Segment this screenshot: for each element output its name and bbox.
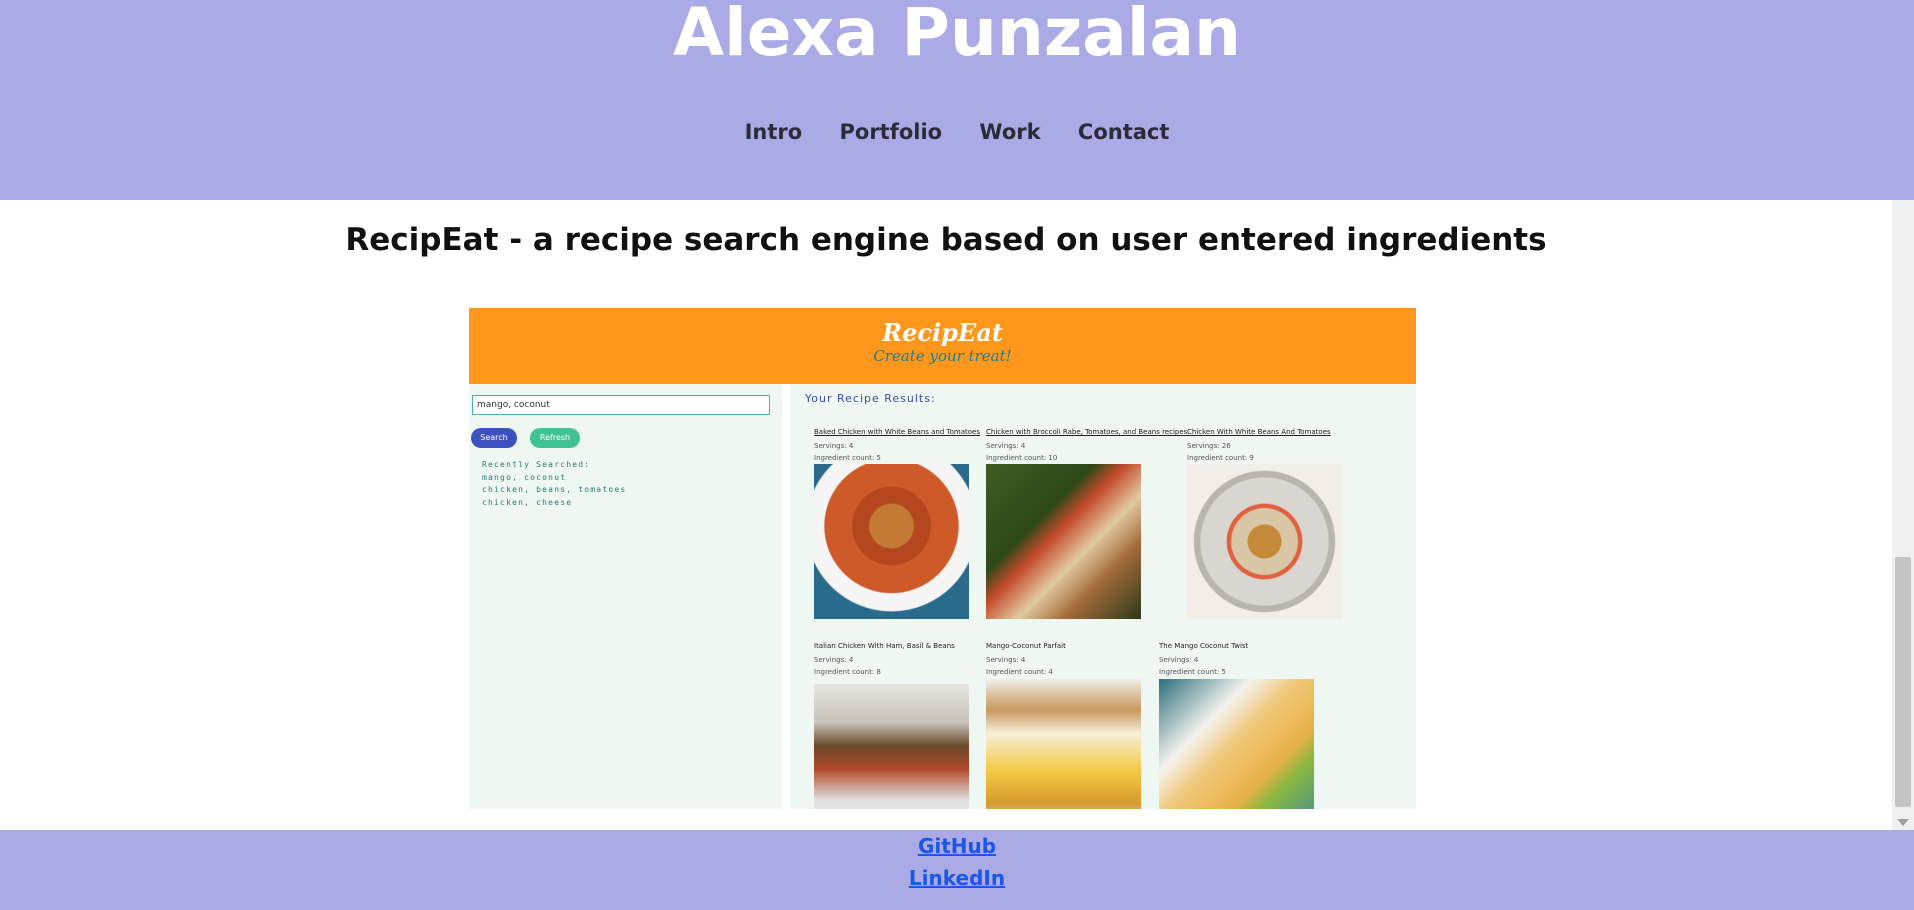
screenshot-header: RecipEat Create your treat! [469, 308, 1416, 384]
screenshot-results-panel: Your Recipe Results: Baked Chicken with … [790, 384, 1416, 809]
nav-intro[interactable]: Intro [745, 120, 803, 144]
site-footer: GitHub LinkedIn [0, 830, 1914, 910]
site-header: Alexa Punzalan Intro Portfolio Work Cont… [0, 0, 1914, 200]
github-link[interactable]: GitHub [0, 830, 1914, 862]
recipe-card: Italian Chicken With Ham, Basil & Beans … [814, 642, 974, 809]
recipe-card: Baked Chicken with White Beans and Tomat… [814, 428, 980, 619]
recent-item: mango, coconut [482, 472, 567, 482]
nav-contact[interactable]: Contact [1078, 120, 1170, 144]
screenshot-search-input: mango, coconut [472, 395, 770, 415]
recipe-image [986, 679, 1141, 809]
screenshot-recent-searches: Recently Searched: mango, coconut chicke… [482, 459, 626, 509]
scroll-down-arrow-icon[interactable] [1897, 819, 1909, 826]
recipe-servings: Servings: 26 [1187, 442, 1231, 450]
screenshot-search-button: Search [471, 428, 517, 448]
recipe-ingredient-count: Ingredient count: 5 [1159, 668, 1226, 676]
screenshot-results-heading: Your Recipe Results: [805, 392, 936, 405]
recipe-ingredient-count: Ingredient count: 9 [1187, 454, 1254, 462]
vertical-scrollbar[interactable] [1892, 200, 1914, 830]
recipe-image [814, 684, 969, 809]
project-screenshot: RecipEat Create your treat! mango, cocon… [469, 308, 1416, 809]
recent-item: chicken, cheese [482, 497, 573, 507]
recipe-card: Mango-Coconut Parfait Servings: 4 Ingred… [986, 642, 1146, 809]
recipe-image [814, 464, 969, 619]
recent-label: Recently Searched: [482, 460, 591, 469]
recipe-ingredient-count: Ingredient count: 10 [986, 454, 1058, 462]
recipe-servings: Servings: 4 [814, 656, 854, 664]
screenshot-tagline: Create your treat! [873, 347, 1012, 365]
nav-portfolio[interactable]: Portfolio [840, 120, 943, 144]
recipe-servings: Servings: 4 [986, 656, 1026, 664]
recipe-title: The Mango Coconut Twist [1159, 642, 1249, 650]
main-nav: Intro Portfolio Work Contact [0, 120, 1914, 144]
project-title: RecipEat - a recipe search engine based … [345, 222, 1547, 258]
recipe-ingredient-count: Ingredient count: 8 [814, 668, 881, 676]
recipe-servings: Servings: 4 [986, 442, 1026, 450]
site-title: Alexa Punzalan [673, 0, 1241, 71]
linkedin-link[interactable]: LinkedIn [0, 862, 1914, 894]
screenshot-divider [782, 384, 790, 809]
scrollbar-thumb[interactable] [1895, 557, 1911, 807]
screenshot-refresh-button: Refresh [530, 428, 580, 448]
recipe-title: Mango-Coconut Parfait [986, 642, 1066, 650]
screenshot-logo: RecipEat [882, 318, 1003, 347]
recipe-title: Chicken With White Beans And Tomatoes [1187, 428, 1331, 436]
recipe-servings: Servings: 4 [1159, 656, 1199, 664]
recipe-image [1187, 464, 1342, 619]
nav-work[interactable]: Work [979, 120, 1040, 144]
recipe-title: Baked Chicken with White Beans and Tomat… [814, 428, 980, 436]
recipe-title: Chicken with Broccoli Rabe, Tomatoes, an… [986, 428, 1188, 436]
recipe-card: Chicken with Broccoli Rabe, Tomatoes, an… [986, 428, 1188, 619]
recipe-title: Italian Chicken With Ham, Basil & Beans [814, 642, 955, 650]
recipe-image [986, 464, 1141, 619]
recipe-card: The Mango Coconut Twist Servings: 4 Ingr… [1159, 642, 1319, 809]
screenshot-search-panel: mango, coconut Search Refresh Recently S… [469, 384, 782, 809]
recent-item: chicken, beans, tomatoes [482, 485, 627, 494]
recipe-ingredient-count: Ingredient count: 5 [814, 454, 881, 462]
recipe-ingredient-count: Ingredient count: 4 [986, 668, 1053, 676]
recipe-card: Chicken With White Beans And Tomatoes Se… [1187, 428, 1347, 619]
recipe-image [1159, 679, 1314, 809]
recipe-servings: Servings: 4 [814, 442, 854, 450]
